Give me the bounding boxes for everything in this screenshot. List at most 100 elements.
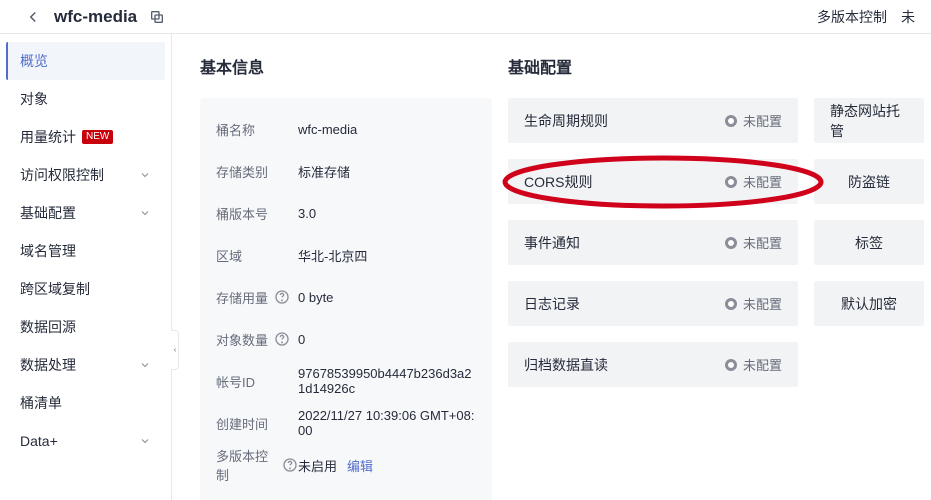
row-bucket-name: 桶名称wfc-media	[216, 108, 476, 150]
status-dot-icon	[725, 115, 737, 127]
value: 0 byte	[298, 290, 476, 305]
config-static-site[interactable]: 静态网站托管	[814, 98, 924, 143]
row-create-time: 创建时间2022/11/27 10:39:06 GMT+08:00	[216, 402, 476, 444]
nav-usage[interactable]: 用量统计 NEW	[6, 118, 165, 156]
label: 桶名称	[216, 120, 298, 139]
config-lifecycle[interactable]: 生命周期规则未配置	[508, 98, 798, 143]
config-label: 生命周期规则	[524, 111, 608, 131]
value: 华北-北京四	[298, 246, 476, 265]
label: 存储用量	[216, 288, 298, 307]
row-object-count: 对象数量0	[216, 318, 476, 360]
status: 未配置	[725, 355, 782, 374]
value: 3.0	[298, 206, 476, 221]
config-label: 防盗链	[848, 172, 890, 192]
copy-icon[interactable]	[149, 9, 165, 25]
config-default-encrypt[interactable]: 默认加密	[814, 281, 924, 326]
topbar-left: wfc-media	[24, 7, 165, 27]
label: 桶版本号	[216, 204, 298, 223]
nav-label: 用量统计	[20, 127, 76, 147]
sidebar: 概览 对象 用量统计 NEW 访问权限控制 基础配置 域名管理 跨区域复制 数据回…	[0, 34, 172, 500]
nav-label: 桶清单	[20, 393, 62, 413]
status: 未配置	[725, 294, 782, 313]
help-icon[interactable]	[282, 457, 298, 473]
config-event-notify[interactable]: 事件通知 未配置	[508, 220, 798, 265]
config-label: 归档数据直读	[524, 355, 608, 375]
config-label: 日志记录	[524, 294, 580, 314]
chevron-down-icon	[139, 169, 151, 181]
row-bucket-version: 桶版本号3.0	[216, 192, 476, 234]
chevron-down-icon	[139, 435, 151, 447]
nav-label: 跨区域复制	[20, 279, 90, 299]
edit-link[interactable]: 编辑	[347, 459, 373, 474]
nav-objects[interactable]: 对象	[6, 80, 165, 118]
value: wfc-media	[298, 122, 476, 137]
status-dot-icon	[725, 237, 737, 249]
sidebar-collapse[interactable]	[171, 330, 179, 370]
status-dot-icon	[725, 359, 737, 371]
chevron-down-icon	[139, 359, 151, 371]
value: 0	[298, 332, 476, 347]
config-logging[interactable]: 日志记录 未配置	[508, 281, 798, 326]
nav-data-plus[interactable]: Data+	[6, 422, 165, 460]
nav-inventory[interactable]: 桶清单	[6, 384, 165, 422]
config-label: 静态网站托管	[830, 101, 908, 141]
basic-config-section: 基础配置 生命周期规则未配置 静态网站托管 CORS规则 未配置 防盗链 事件通…	[508, 54, 931, 500]
nav-label: 数据回源	[20, 317, 76, 337]
row-storage-usage: 存储用量0 byte	[216, 276, 476, 318]
versioning-link[interactable]: 多版本控制	[817, 7, 887, 27]
label: 区域	[216, 246, 298, 265]
nav-basic-config[interactable]: 基础配置	[6, 194, 165, 232]
status-dot-icon	[725, 298, 737, 310]
row-region: 区域华北-北京四	[216, 234, 476, 276]
row-versioning: 多版本控制未启用编辑	[216, 444, 476, 486]
nav-label: 域名管理	[20, 241, 76, 261]
label: 创建时间	[216, 414, 298, 433]
config-label: CORS规则	[524, 172, 592, 192]
label: 对象数量	[216, 330, 298, 349]
truncated-text: 未	[901, 7, 915, 27]
status-dot-icon	[725, 176, 737, 188]
label: 存储类别	[216, 162, 298, 181]
basic-info-section: 基本信息 桶名称wfc-media 存储类别标准存储 桶版本号3.0 区域华北-…	[200, 54, 492, 500]
main: 基本信息 桶名称wfc-media 存储类别标准存储 桶版本号3.0 区域华北-…	[172, 34, 931, 500]
config-cors[interactable]: CORS规则 未配置	[508, 159, 798, 204]
config-archive-direct[interactable]: 归档数据直读 未配置	[508, 342, 798, 387]
back-icon[interactable]	[24, 8, 42, 26]
nav-label: 概览	[20, 51, 48, 71]
value: 未启用编辑	[298, 456, 476, 475]
nav-domain[interactable]: 域名管理	[6, 232, 165, 270]
row-account-id: 帐号ID97678539950b4447b236d3a21d14926c	[216, 360, 476, 402]
basic-config-title: 基础配置	[508, 54, 931, 78]
help-icon[interactable]	[274, 331, 290, 347]
config-grid: 生命周期规则未配置 静态网站托管 CORS规则 未配置 防盗链 事件通知未配置 …	[508, 98, 931, 387]
status: 未配置	[725, 233, 782, 252]
basic-info-card: 桶名称wfc-media 存储类别标准存储 桶版本号3.0 区域华北-北京四 存…	[200, 98, 492, 500]
nav-access-control[interactable]: 访问权限控制	[6, 156, 165, 194]
nav-data-process[interactable]: 数据处理	[6, 346, 165, 384]
chevron-down-icon	[139, 207, 151, 219]
topbar: wfc-media 多版本控制 未	[0, 0, 931, 34]
nav-label: 访问权限控制	[20, 165, 104, 185]
nav-data-origin[interactable]: 数据回源	[6, 308, 165, 346]
value: 2022/11/27 10:39:06 GMT+08:00	[298, 408, 476, 438]
nav-label: 基础配置	[20, 203, 76, 223]
value: 标准存储	[298, 162, 476, 181]
value: 97678539950b4447b236d3a21d14926c	[298, 366, 476, 396]
config-label: 默认加密	[841, 294, 897, 314]
nav-overview[interactable]: 概览	[6, 42, 165, 80]
nav-label: Data+	[20, 433, 58, 449]
config-tags[interactable]: 标签	[814, 220, 924, 265]
body: 概览 对象 用量统计 NEW 访问权限控制 基础配置 域名管理 跨区域复制 数据回…	[0, 34, 931, 500]
new-badge: NEW	[82, 130, 113, 144]
nav-label: 数据处理	[20, 355, 76, 375]
nav-label: 对象	[20, 89, 48, 109]
config-label: 事件通知	[524, 233, 580, 253]
nav-cross-region[interactable]: 跨区域复制	[6, 270, 165, 308]
label: 多版本控制	[216, 446, 298, 484]
status: 未配置	[725, 172, 782, 191]
help-icon[interactable]	[274, 289, 290, 305]
row-storage-class: 存储类别标准存储	[216, 150, 476, 192]
config-anti-leech[interactable]: 防盗链	[814, 159, 924, 204]
page-title: wfc-media	[54, 7, 137, 27]
topbar-right: 多版本控制 未	[817, 7, 915, 27]
